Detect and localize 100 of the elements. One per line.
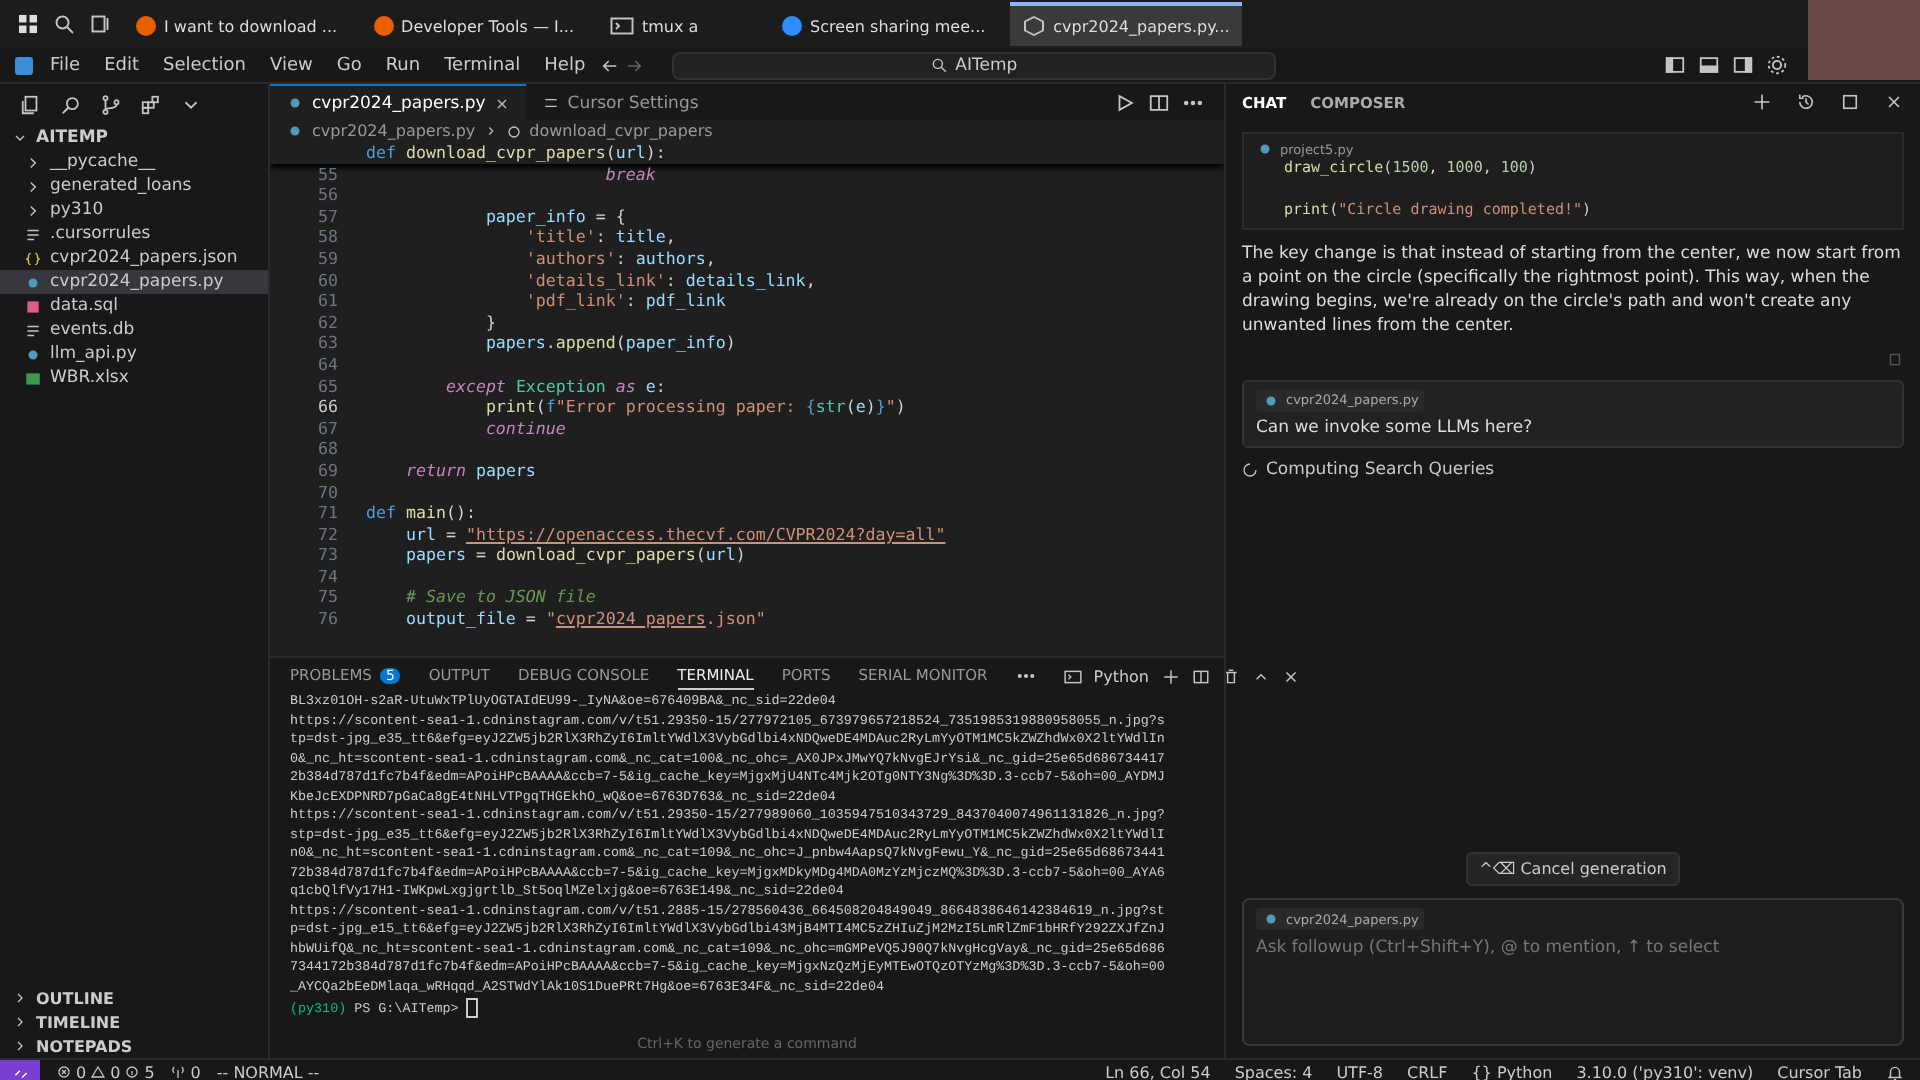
code-line: continue [483, 417, 566, 439]
extensions-icon[interactable] [140, 94, 162, 116]
ports-status[interactable]: 0 [170, 1063, 201, 1080]
close-icon[interactable] [1281, 667, 1299, 685]
message-text: Can we invoke some LLMs here? [1256, 417, 1535, 438]
back-arrow-icon[interactable] [599, 55, 620, 75]
status-item[interactable]: UTF-8 [1336, 1063, 1384, 1080]
close-icon[interactable] [493, 95, 510, 111]
lines-icon [24, 321, 42, 339]
cancel-button[interactable]: ^⌫ Cancel generation [1465, 852, 1681, 886]
code-line: return papers [403, 459, 536, 481]
line-number: 72 [316, 523, 340, 545]
editor-tab[interactable]: Cursor Settings [525, 84, 715, 120]
menu-item[interactable]: Terminal [434, 55, 531, 75]
plus-icon[interactable] [1161, 667, 1179, 685]
chevron-right-icon [483, 124, 498, 138]
sidebar-toggle-icon[interactable] [1664, 54, 1686, 76]
file-icon [1256, 140, 1274, 158]
video-placeholder [1808, 0, 1920, 80]
plus-icon[interactable] [1752, 92, 1772, 112]
search-icon[interactable] [52, 12, 76, 36]
breadcrumb-item[interactable]: cvpr2024_papers.py [312, 122, 476, 140]
tree-item[interactable]: llm_api.py [0, 342, 268, 366]
taskbar-task[interactable]: Developer Tools — I... [361, 2, 586, 46]
tree-item[interactable]: .cursorrules [0, 222, 268, 246]
tree-item[interactable]: cvpr2024_papers.json [0, 246, 268, 270]
status-item[interactable]: 3.10.0 ('py310': venv) [1576, 1063, 1754, 1080]
menu-item[interactable]: Go [326, 55, 372, 75]
line-number: 62 [316, 311, 340, 333]
code-line: except Exception as e: [443, 375, 666, 397]
file-icon [24, 345, 42, 363]
run-icon[interactable] [1114, 91, 1136, 113]
code-line: def main(): [366, 502, 476, 524]
remote-button[interactable] [0, 1060, 40, 1080]
info-icon [124, 1064, 141, 1080]
folder-label: AITEMP [36, 128, 109, 148]
function-icon [505, 123, 522, 139]
error-icon [56, 1064, 72, 1080]
menu-item[interactable]: Selection [153, 55, 256, 75]
taskbar-task[interactable]: Screen sharing mee... [770, 2, 998, 46]
search-field[interactable]: AITemp [671, 51, 1276, 79]
code-line: 'details_link': details_link, [523, 269, 816, 291]
tree-item[interactable]: events.db [0, 318, 268, 342]
files-icon[interactable] [20, 94, 42, 116]
taskbar-task[interactable]: tmux a [598, 2, 758, 46]
tree-item[interactable]: __pycache__ [0, 150, 268, 174]
line-number: 68 [316, 438, 340, 460]
settings-icon[interactable] [1766, 54, 1788, 76]
tree-item[interactable]: AITEMP [0, 126, 268, 150]
secondary-sidebar-icon[interactable] [1732, 54, 1754, 76]
tree-item[interactable]: py310 [0, 198, 268, 222]
section-header[interactable]: TIMELINE [0, 1010, 268, 1034]
source-control-icon[interactable] [100, 94, 122, 116]
history-icon[interactable] [1796, 92, 1816, 112]
code-line: break [603, 163, 656, 185]
shell-label[interactable]: Python [1093, 667, 1149, 685]
split-icon[interactable] [1191, 667, 1209, 685]
menu-item[interactable]: Help [534, 55, 596, 75]
tree-item[interactable]: WBR.xlsx [0, 366, 268, 390]
breadcrumb-item[interactable]: download_cvpr_papers [529, 122, 713, 140]
status-item[interactable]: {} Python [1471, 1063, 1553, 1080]
code-line: url = "https://openaccess.thecvf.com/CVPR2024?day=all" [403, 523, 946, 545]
status-item[interactable]: Cursor Tab [1777, 1063, 1862, 1080]
maximize-icon[interactable] [1840, 92, 1860, 112]
trash-icon[interactable] [1221, 667, 1239, 685]
menu-item[interactable]: Edit [94, 55, 149, 75]
line-number: 56 [316, 184, 340, 206]
split-editor-icon[interactable] [1148, 91, 1170, 113]
tree-item[interactable]: data.sql [0, 294, 268, 318]
panel-toggle-icon[interactable] [1698, 54, 1720, 76]
file-icon [1262, 391, 1280, 410]
code-line: print(f"Error processing paper: {str(e)}") [483, 396, 906, 418]
app-logo-icon [12, 53, 36, 77]
section-header[interactable]: OUTLINE [0, 986, 268, 1010]
status-item[interactable]: CRLF [1407, 1063, 1448, 1080]
problems-status[interactable]: 0 0 5 [56, 1063, 155, 1080]
close-icon[interactable] [1884, 92, 1904, 112]
menu-item[interactable]: File [40, 55, 91, 75]
status-item[interactable]: Ln 66, Col 54 [1105, 1063, 1211, 1080]
tree-item[interactable]: generated_loans [0, 174, 268, 198]
windows-logo-icon[interactable] [16, 12, 40, 36]
menu-item[interactable]: Run [375, 55, 431, 75]
task-view-icon[interactable] [88, 12, 112, 36]
section-header[interactable]: NOTEPADS [0, 1034, 268, 1058]
tree-item[interactable]: cvpr2024_papers.py [0, 270, 268, 294]
status-text: Computing Search Queries [1266, 459, 1495, 480]
taskbar-task[interactable]: I want to download ... [124, 2, 350, 46]
line-number: 58 [316, 226, 340, 248]
antenna-icon [170, 1064, 187, 1080]
taskbar-task[interactable]: cvpr2024_papers.py... [1009, 2, 1242, 46]
code-line: papers.append(paper_info) [483, 332, 736, 354]
search-icon[interactable] [60, 94, 82, 116]
editor-tab[interactable]: cvpr2024_papers.py [270, 84, 526, 120]
status-item[interactable]: Spaces: 4 [1234, 1063, 1313, 1080]
bell-icon[interactable] [1886, 1063, 1904, 1080]
line-number: 73 [316, 544, 340, 566]
sliders-icon [541, 94, 560, 112]
copy-icon[interactable] [1886, 349, 1904, 368]
database-icon [24, 297, 42, 315]
menu-item[interactable]: View [259, 55, 323, 75]
